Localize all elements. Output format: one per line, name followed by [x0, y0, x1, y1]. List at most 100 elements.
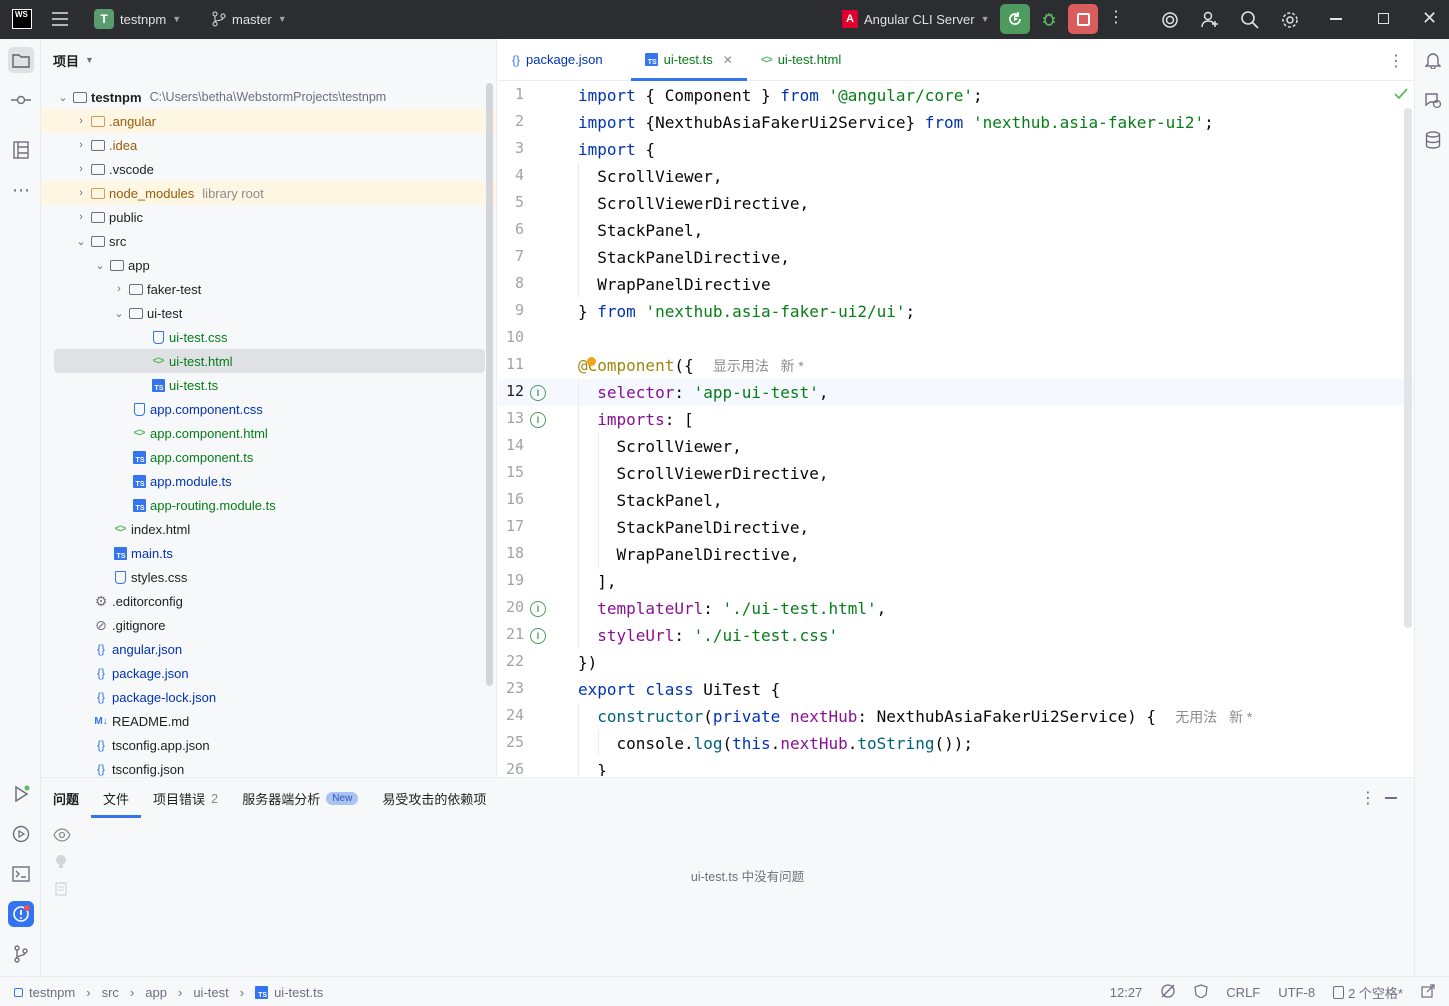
intention-bulb-icon[interactable]	[587, 357, 596, 366]
more-vertical-icon[interactable]: ⋮	[1108, 10, 1124, 26]
line-number[interactable]: 2	[498, 112, 524, 130]
indent-setting[interactable]: 2 个空格*	[1333, 983, 1403, 1002]
readonly-toggle-icon[interactable]	[1421, 983, 1435, 1001]
implements-marker-icon[interactable]: I	[530, 385, 546, 401]
tab-file[interactable]: 文件	[91, 778, 142, 818]
angular-status-icon[interactable]	[1194, 983, 1208, 1001]
database-icon[interactable]	[1420, 127, 1446, 153]
line-number[interactable]: 19	[498, 571, 524, 589]
line-number[interactable]: 6	[498, 220, 524, 238]
implements-marker-icon[interactable]: I	[530, 601, 546, 617]
close-tab-icon[interactable]: ✕	[723, 53, 733, 67]
code-line[interactable]: ScrollViewerDirective,	[578, 460, 829, 487]
git-tool-icon[interactable]	[8, 941, 34, 967]
tree-item[interactable]: {} package.json	[41, 661, 496, 685]
panel-options-icon[interactable]: ⋮	[1360, 788, 1376, 808]
tree-item[interactable]: › public	[41, 205, 496, 229]
line-number[interactable]: 4	[498, 166, 524, 184]
tree-item[interactable]: › .vscode	[41, 157, 496, 181]
code-line[interactable]: StackPanel,	[578, 487, 723, 514]
branch-switcher[interactable]: master ▼	[212, 11, 287, 27]
code-line[interactable]: export class UiTest {	[578, 676, 780, 703]
line-number[interactable]: 24	[498, 706, 524, 724]
project-panel-header[interactable]: 项目 ▼	[41, 39, 496, 81]
search-icon[interactable]	[1240, 10, 1260, 33]
tree-item[interactable]: ⚙ .editorconfig	[41, 589, 496, 613]
line-number[interactable]: 3	[498, 139, 524, 157]
main-menu-icon[interactable]	[50, 9, 70, 29]
services-tool-icon[interactable]	[8, 821, 34, 847]
run-tool-icon[interactable]	[8, 781, 34, 807]
hide-panel-icon[interactable]	[1385, 797, 1397, 799]
tab-server-analysis[interactable]: 服务器端分析 New	[230, 778, 370, 818]
line-number[interactable]: 22	[498, 652, 524, 670]
breadcrumb-item[interactable]: src	[102, 985, 119, 1000]
code-line[interactable]: StackPanelDirective,	[578, 514, 810, 541]
line-number[interactable]: 20	[498, 598, 524, 616]
code-line[interactable]: imports: [	[578, 406, 693, 433]
line-number[interactable]: 17	[498, 517, 524, 535]
rerun-button[interactable]	[1000, 4, 1030, 34]
line-number[interactable]: 11	[498, 355, 524, 373]
line-number[interactable]: 25	[498, 733, 524, 751]
app-logo[interactable]: WS	[12, 9, 32, 29]
code-line[interactable]: import { Component } from '@angular/core…	[578, 82, 983, 109]
line-number[interactable]: 1	[498, 85, 524, 103]
tree-item[interactable]: {} package-lock.json	[41, 685, 496, 709]
line-number[interactable]: 12	[498, 382, 524, 400]
line-number[interactable]: 21	[498, 625, 524, 643]
inspection-off-icon[interactable]	[1160, 983, 1176, 1002]
code-editor[interactable]: 1 2 3 4 5 6 7 8 9 10 11 12 I 13 I 14 15 16 17 18 19 20 I 21 I 22 2…	[498, 82, 1414, 776]
ai-chat-icon[interactable]	[1420, 87, 1446, 113]
line-number[interactable]: 9	[498, 301, 524, 319]
no-problems-check-icon[interactable]	[1394, 88, 1408, 103]
notifications-bell-icon[interactable]	[1420, 47, 1446, 73]
code-line[interactable]: })	[578, 649, 597, 676]
editor-scrollbar[interactable]	[1404, 108, 1412, 628]
add-user-icon[interactable]	[1200, 10, 1220, 33]
code-line[interactable]: selector: 'app-ui-test',	[578, 379, 828, 406]
tree-item[interactable]: TS main.ts	[41, 541, 496, 565]
inlay-hint[interactable]: 无用法 新 *	[1175, 709, 1252, 725]
run-config-selector[interactable]: A Angular CLI Server ▼	[842, 10, 989, 28]
breadcrumb-item[interactable]: ui-test	[193, 985, 228, 1000]
code-line[interactable]: StackPanelDirective,	[578, 244, 790, 271]
tab-options-icon[interactable]: ⋮	[1388, 51, 1404, 71]
tab-project-errors[interactable]: 项目错误 2	[141, 778, 230, 818]
tree-item[interactable]: ⌄ src	[41, 229, 496, 253]
line-ending[interactable]: CRLF	[1226, 985, 1260, 1000]
line-number[interactable]: 16	[498, 490, 524, 508]
eye-icon[interactable]	[53, 828, 71, 845]
code-line[interactable]: @Component({ 显示用法 新 *	[578, 352, 804, 379]
project-tool-icon[interactable]	[8, 47, 34, 73]
line-number[interactable]: 26	[498, 760, 524, 776]
inlay-hint[interactable]: 显示用法 新 *	[713, 358, 804, 374]
debug-button[interactable]	[1034, 4, 1064, 34]
tree-item[interactable]: {} tsconfig.json	[41, 757, 496, 777]
caret-position[interactable]: 12:27	[1110, 985, 1143, 1000]
line-number[interactable]: 5	[498, 193, 524, 211]
code-line[interactable]: StackPanel,	[578, 217, 703, 244]
tree-item[interactable]: <> app.component.html	[41, 421, 496, 445]
code-line[interactable]: }	[578, 757, 607, 776]
line-number[interactable]: 7	[498, 247, 524, 265]
code-line[interactable]: constructor(private nextHub: NexthubAsia…	[578, 703, 1252, 730]
tab-package-json[interactable]: {} package.json	[498, 39, 617, 81]
tree-item[interactable]: ⌄ app	[41, 253, 496, 277]
tree-item[interactable]: M↓ README.md	[41, 709, 496, 733]
tree-root[interactable]: ⌄ testnpm C:\Users\betha\WebstormProject…	[41, 85, 496, 109]
code-line[interactable]: console.log(this.nextHub.toString());	[578, 730, 973, 757]
code-line[interactable]: import {NexthubAsiaFakerUi2Service} from…	[578, 109, 1214, 136]
code-line[interactable]: import {	[578, 136, 655, 163]
minimize-icon[interactable]	[1330, 18, 1342, 20]
project-switcher[interactable]: T testnpm ▼	[94, 9, 181, 29]
tree-item[interactable]: TS ui-test.ts	[41, 373, 496, 397]
file-encoding[interactable]: UTF-8	[1278, 985, 1315, 1000]
implements-marker-icon[interactable]: I	[530, 412, 546, 428]
line-number[interactable]: 18	[498, 544, 524, 562]
tree-item[interactable]: styles.css	[41, 565, 496, 589]
tree-item[interactable]: <> index.html	[41, 517, 496, 541]
tree-item[interactable]: ui-test.css	[41, 325, 496, 349]
line-number[interactable]: 15	[498, 463, 524, 481]
commit-tool-icon[interactable]	[8, 87, 34, 113]
